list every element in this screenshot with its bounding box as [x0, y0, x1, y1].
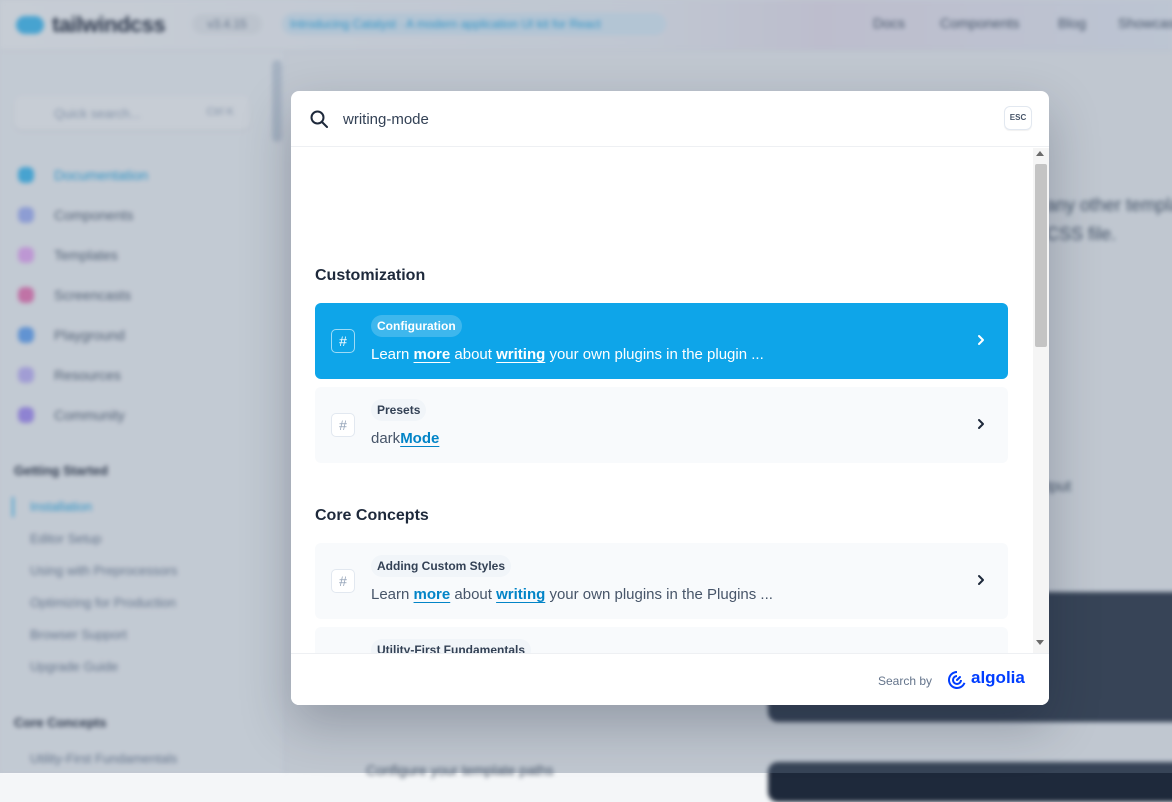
hash-icon: # [331, 329, 355, 353]
chevron-right-icon [978, 575, 984, 585]
search-bar: ESC [291, 91, 1049, 147]
hit-highlight: more [413, 586, 451, 603]
hit-title: Presets [371, 399, 427, 421]
hit-title: Adding Custom Styles [371, 555, 512, 577]
algolia-brand[interactable]: algolia [971, 668, 1025, 688]
hit-snippet-text: your own plugins in the plugin ... [545, 346, 764, 363]
search-hit[interactable]: # Presets darkMode [315, 387, 1008, 463]
algolia-logo-icon[interactable] [947, 670, 967, 690]
scroll-down-arrow-icon[interactable] [1036, 640, 1044, 645]
chevron-right-icon [978, 335, 984, 345]
section-title-core-concepts: Core Concepts [315, 507, 429, 524]
search-footer: Search by algolia [291, 653, 1049, 705]
search-results: Customization # Configuration Learn more a… [291, 148, 1049, 653]
hit-snippet: Learn more about writing your own plugin… [371, 586, 773, 603]
search-icon [310, 110, 328, 128]
esc-button[interactable]: ESC [1004, 106, 1032, 130]
search-hit[interactable]: #Utility-First FundamentalsYou aren’t wa… [315, 627, 1008, 653]
hit-highlight: writing [496, 586, 546, 603]
hit-title: Utility-First Fundamentals [371, 639, 532, 653]
hit-snippet-text: Learn [371, 346, 414, 363]
results-scrollbar-thumb[interactable] [1035, 164, 1047, 347]
search-modal: ESC Customization # Configuration Learn mo… [291, 91, 1049, 705]
hit-title: Configuration [371, 315, 462, 337]
search-hit[interactable]: # Adding Custom Styles Learn more about wr… [315, 543, 1008, 619]
hit-snippet-text: Learn [371, 586, 414, 603]
hit-highlight: writing [496, 346, 546, 363]
hit-snippet: darkMode [371, 430, 439, 447]
hash-icon: # [331, 413, 355, 437]
section-title-customization: Customization [315, 267, 426, 284]
hit-snippet-text: about [450, 346, 497, 363]
scroll-up-arrow-icon[interactable] [1036, 151, 1044, 156]
hit-highlight: Mode [400, 430, 440, 447]
hit-snippet-text: dark [371, 430, 401, 447]
hit-snippet: Learn more about writing your own plugin… [371, 346, 764, 363]
search-by-label: Search by [878, 674, 933, 688]
search-input[interactable] [343, 107, 983, 131]
hit-snippet-text: your own plugins in the Plugins ... [545, 586, 773, 603]
hit-snippet-text: about [450, 586, 497, 603]
chevron-right-icon [978, 419, 984, 429]
hit-highlight: more [413, 346, 451, 363]
search-hit[interactable]: # Configuration Learn more about writing y… [315, 303, 1008, 379]
hash-icon: # [331, 569, 355, 593]
